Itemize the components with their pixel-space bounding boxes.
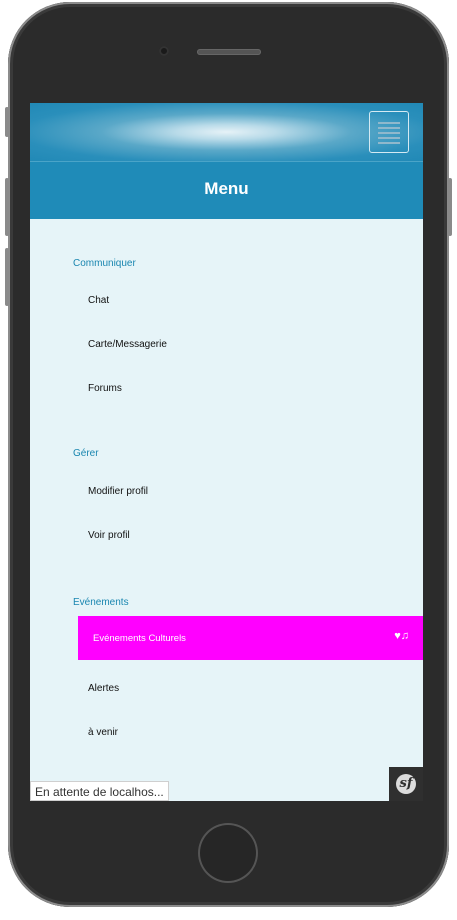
section-heading-communiquer: Communiquer — [73, 258, 136, 269]
menu-item-forums[interactable]: Forums — [88, 383, 122, 394]
volume-up-button — [5, 178, 9, 236]
mute-switch — [5, 107, 9, 137]
menu-item-a-venir[interactable]: à venir — [88, 727, 118, 738]
browser-status-bar: En attente de localhos... — [30, 781, 169, 801]
menu-item-chat[interactable]: Chat — [88, 295, 109, 306]
symfony-toolbar-toggle[interactable]: sf — [389, 767, 423, 801]
earpiece-speaker — [197, 49, 261, 55]
app-header-banner — [30, 103, 423, 161]
front-camera — [159, 46, 169, 56]
section-heading-gerer: Gérer — [73, 448, 99, 459]
menu-item-voir-profil[interactable]: Voir profil — [88, 530, 130, 541]
volume-down-button — [5, 248, 9, 306]
symfony-logo-icon: sf — [396, 774, 416, 794]
hamburger-icon[interactable] — [369, 111, 409, 153]
heart-music-icon: ♥♫ — [394, 630, 409, 642]
menu-item-modifier-profil[interactable]: Modifier profil — [88, 486, 148, 497]
app-screen: Menu Communiquer Chat Carte/Messagerie F… — [30, 103, 423, 801]
page-title: Menu — [30, 161, 423, 219]
section-heading-evenements: Evénements — [73, 597, 129, 608]
home-button[interactable] — [198, 823, 258, 883]
menu-item-label: Evénements Culturels — [93, 633, 186, 644]
menu-item-evenements-culturels[interactable]: Evénements Culturels ♥♫ — [78, 616, 423, 660]
power-button — [448, 178, 452, 236]
menu-item-alertes[interactable]: Alertes — [88, 683, 119, 694]
menu-item-carte-messagerie[interactable]: Carte/Messagerie — [88, 339, 167, 350]
